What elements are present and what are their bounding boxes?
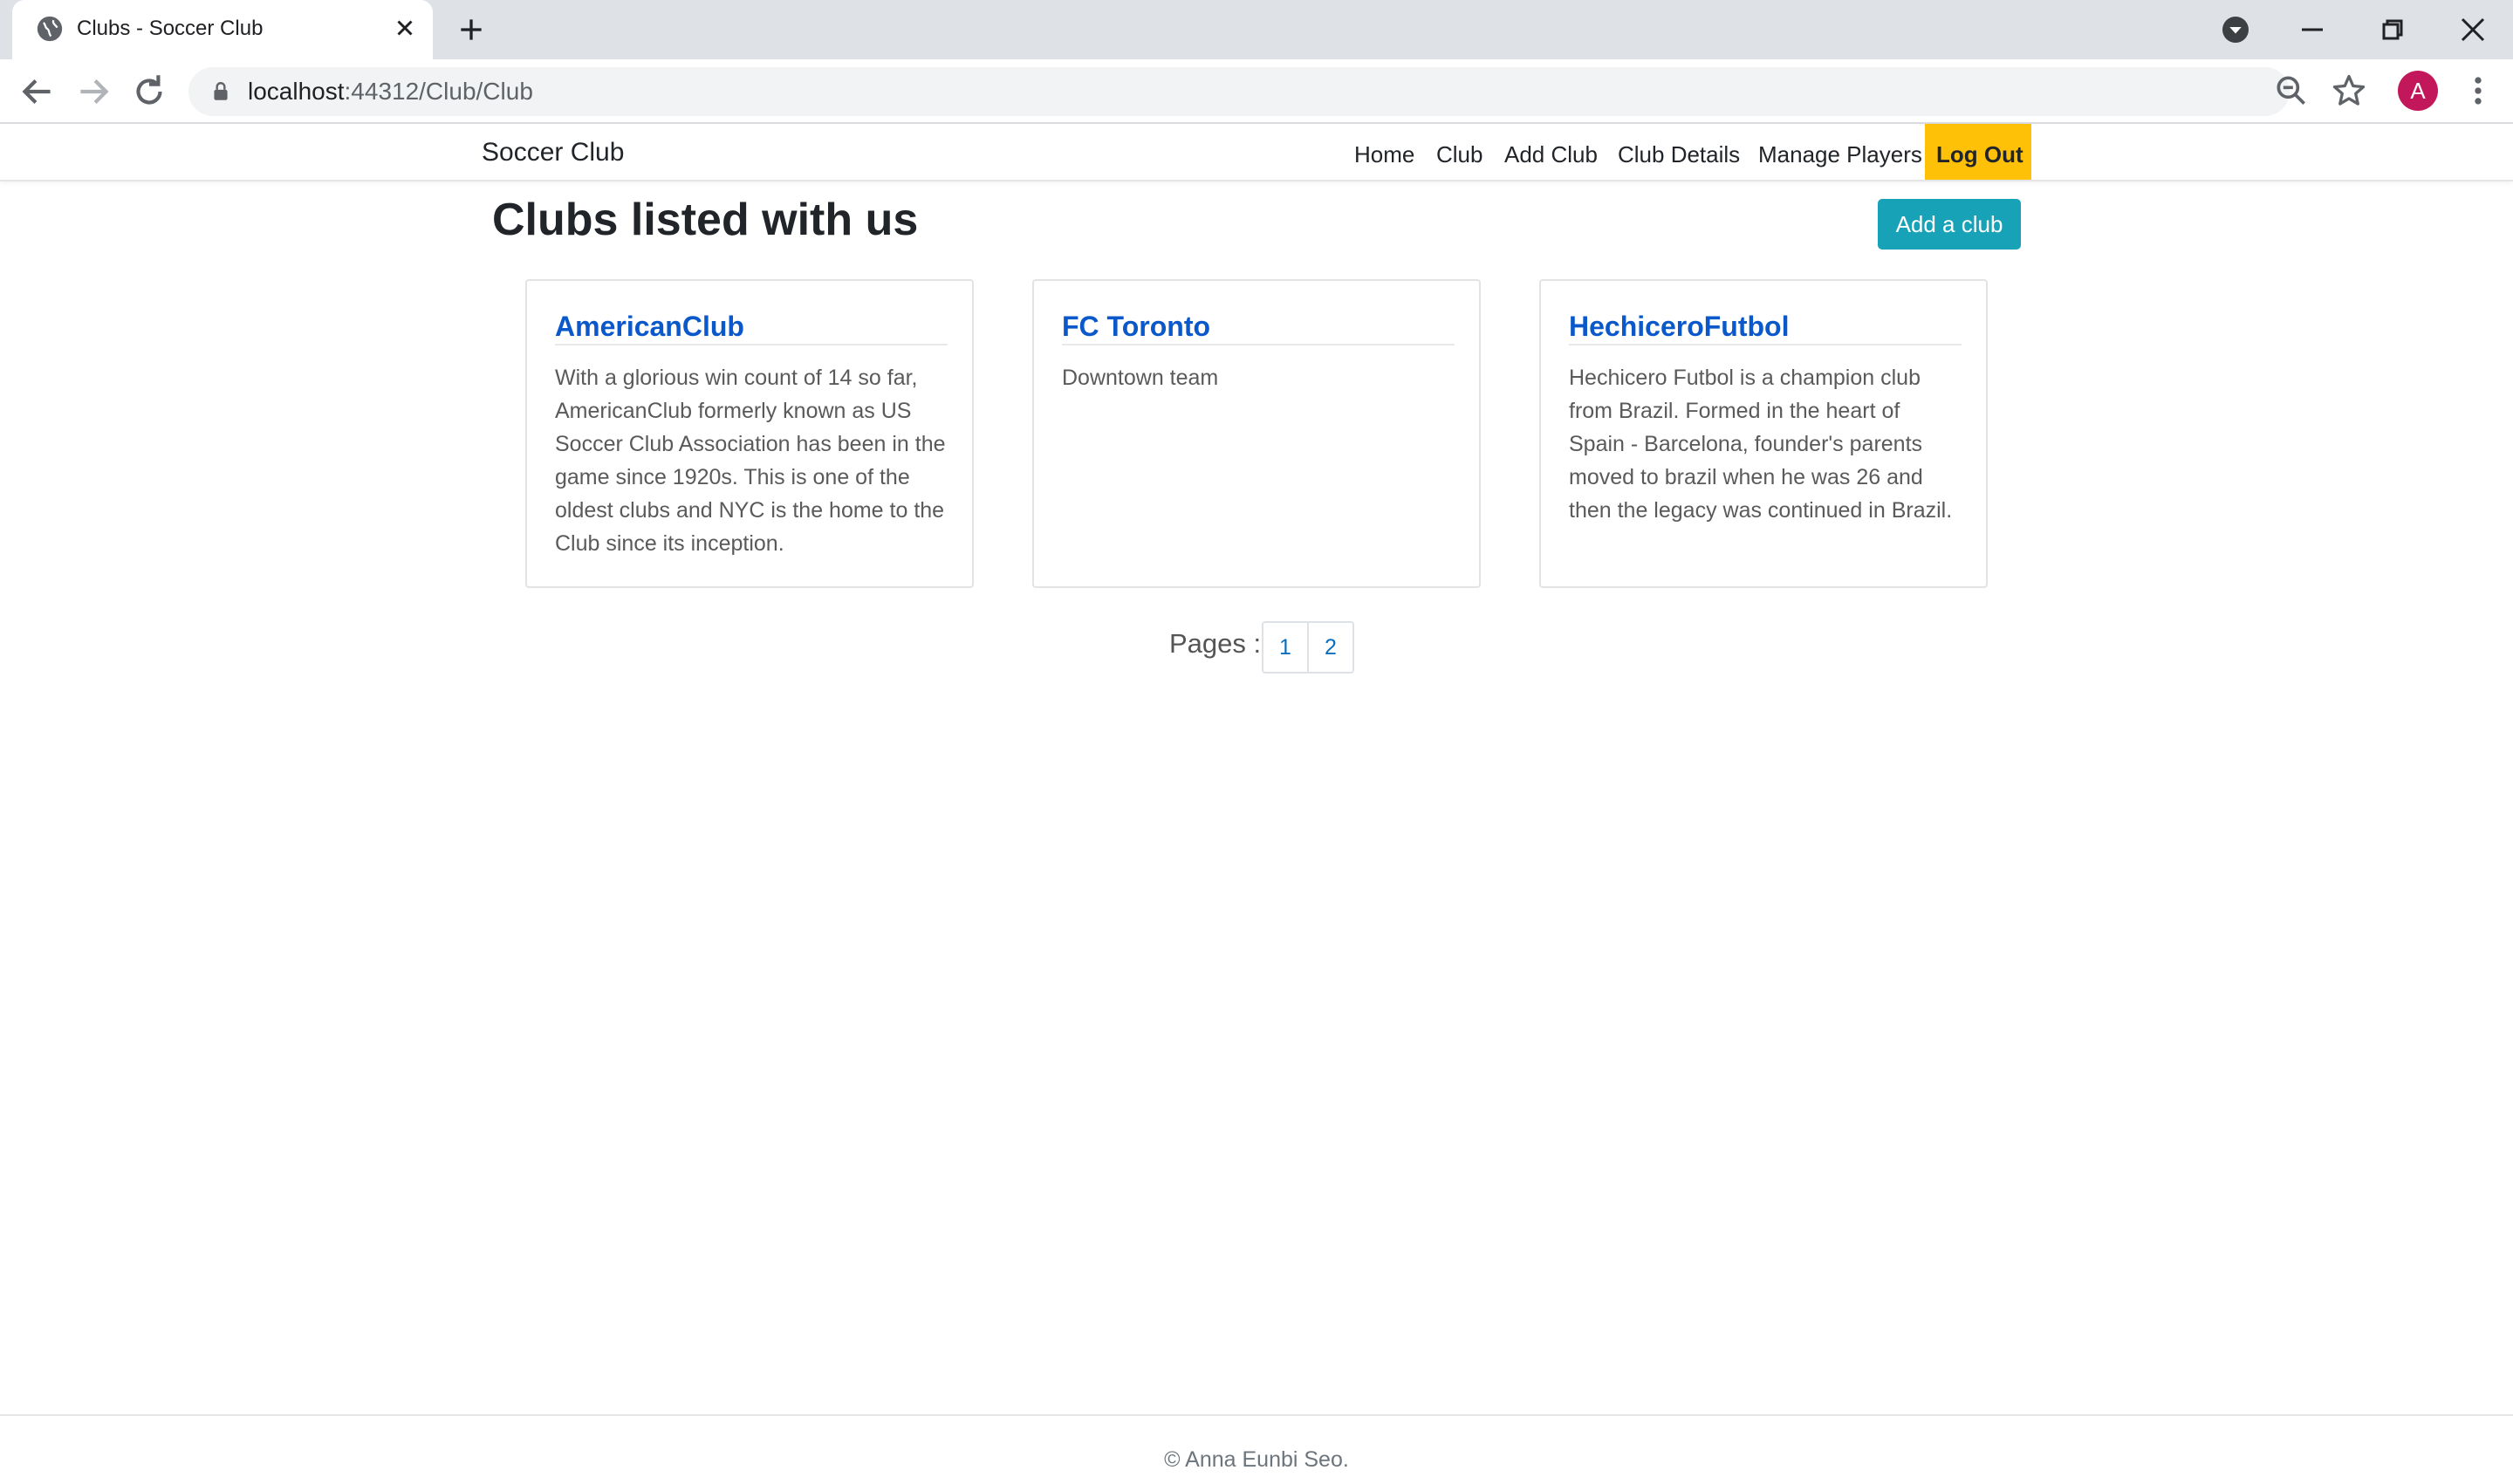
card-divider (1569, 344, 1962, 345)
reload-icon[interactable] (127, 70, 171, 113)
browser-toolbar: localhost:44312/Club/Club (0, 59, 2513, 124)
club-description: With a glorious win count of 14 so far, … (555, 366, 946, 556)
brand-link[interactable]: Soccer Club (482, 136, 624, 169)
address-bar[interactable]: localhost:44312/Club/Club (188, 67, 2290, 116)
page-1-button[interactable]: 1 (1262, 621, 1309, 674)
page-2-button[interactable]: 2 (1307, 621, 1354, 674)
minimize-icon[interactable] (2291, 9, 2333, 51)
club-name-link[interactable]: HechiceroFutbol (1569, 309, 1962, 344)
club-card: HechiceroFutbol Hechicero Futbol is a ch… (1539, 279, 1988, 588)
footer-copyright: © Anna Eunbi Seo. (1164, 1447, 1349, 1472)
site-navbar: Soccer Club Home Club Add Club Club Deta… (0, 124, 2513, 181)
logout-button[interactable]: Log Out (1925, 124, 2031, 180)
lock-icon[interactable] (209, 80, 232, 103)
nav-add-club[interactable]: Add Club (1504, 140, 1598, 169)
bookmark-star-icon[interactable] (2330, 72, 2368, 110)
browser-menu-icon[interactable] (2459, 72, 2497, 110)
nav-manage-players[interactable]: Manage Players (1758, 140, 1922, 169)
browser-tab[interactable]: Clubs - Soccer Club (12, 0, 433, 59)
globe-icon (37, 16, 63, 42)
forward-arrow-icon[interactable] (72, 70, 115, 113)
nav-club[interactable]: Club (1436, 140, 1482, 169)
club-description: Hechicero Futbol is a champion club from… (1569, 366, 1953, 523)
new-tab-icon[interactable] (454, 12, 489, 47)
tab-search-icon[interactable] (2220, 14, 2251, 45)
tab-title: Clubs - Soccer Club (77, 17, 264, 40)
window-close-icon[interactable] (2452, 9, 2494, 51)
restore-icon[interactable] (2372, 9, 2414, 51)
club-description: Downtown team (1062, 366, 1219, 390)
url-path: :44312/Club/Club (344, 78, 533, 105)
footer-divider (0, 1414, 2513, 1416)
url-host: localhost (248, 78, 345, 105)
zoom-icon[interactable] (2272, 72, 2311, 110)
nav-home[interactable]: Home (1354, 140, 1414, 169)
club-name-link[interactable]: AmericanClub (555, 309, 948, 344)
add-club-button[interactable]: Add a club (1878, 199, 2021, 250)
profile-avatar[interactable]: A (2398, 71, 2438, 111)
nav-club-details[interactable]: Club Details (1618, 140, 1740, 169)
logout-label: Log Out (1936, 141, 2023, 168)
back-arrow-icon[interactable] (16, 70, 59, 113)
page-title: Clubs listed with us (492, 195, 919, 245)
close-tab-icon[interactable] (389, 12, 421, 44)
browser-tab-strip: Clubs - Soccer Club (0, 0, 2513, 59)
card-divider (555, 344, 948, 345)
club-card: AmericanClub With a glorious win count o… (525, 279, 974, 588)
pagination-label: Pages : (1169, 628, 1262, 659)
url-text: localhost:44312/Club/Club (248, 78, 533, 106)
club-card: FC Toronto Downtown team (1032, 279, 1481, 588)
club-name-link[interactable]: FC Toronto (1062, 309, 1455, 344)
card-divider (1062, 344, 1455, 345)
